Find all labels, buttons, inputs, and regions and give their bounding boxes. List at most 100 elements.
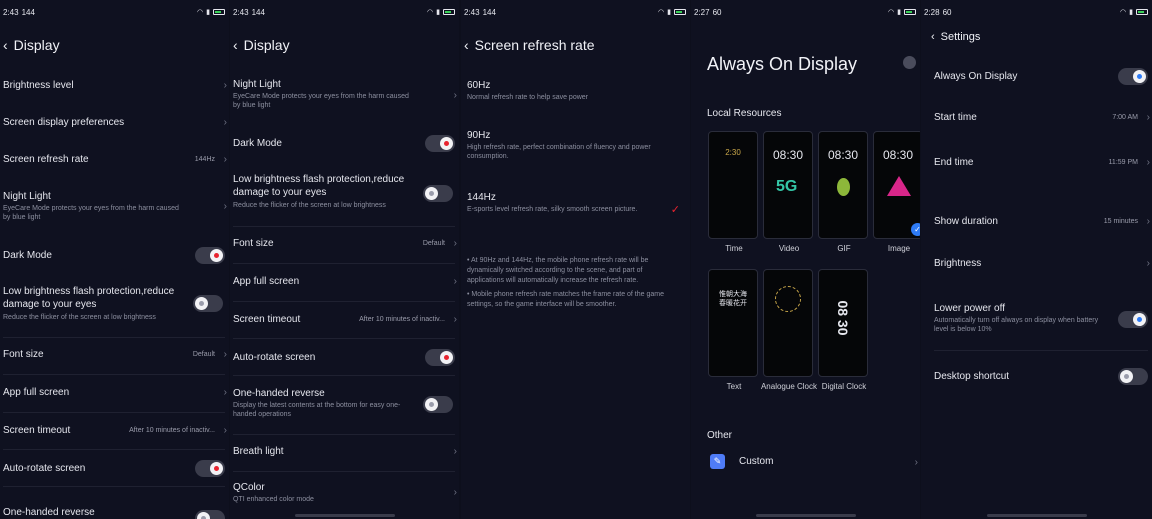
item-night-light[interactable]: Night Light EyeCare Mode protects your e…: [233, 79, 433, 110]
aod-toggle[interactable]: [1118, 68, 1148, 85]
page-title: Settings: [940, 31, 981, 43]
item-breath-light[interactable]: Breath light: [233, 446, 455, 457]
home-indicator[interactable]: [986, 514, 1087, 517]
status-time: 2:43: [464, 7, 480, 17]
chevron-right-icon: ›: [223, 117, 227, 128]
signal-icon: ▮: [897, 9, 901, 16]
item-screen-timeout[interactable]: Screen timeout After 10 minutes of inacti…: [3, 425, 225, 436]
aod-thumb-digital-clock[interactable]: 08 30 Digital Clock: [818, 269, 868, 391]
chevron-right-icon: ›: [223, 201, 227, 212]
pencil-icon: ✎: [710, 454, 725, 469]
chevron-right-icon: ›: [223, 349, 227, 360]
signal-icon: ▮: [436, 9, 440, 16]
item-brightness-level[interactable]: Brightness level: [3, 80, 225, 91]
status-network: 60: [942, 7, 952, 17]
home-indicator[interactable]: [755, 514, 856, 517]
auto-rotate-toggle[interactable]: [195, 460, 225, 477]
option-90hz[interactable]: 90Hz High refresh rate, perfect combinat…: [467, 130, 652, 161]
item-screen-display-preferences[interactable]: Screen display preferences: [3, 117, 225, 128]
chevron-right-icon: ›: [1146, 216, 1150, 227]
wifi-icon: ◠: [658, 9, 665, 16]
status-time: 2:43: [233, 7, 249, 17]
item-always-on-display: Always On Display: [934, 68, 1148, 85]
signal-icon: ▮: [206, 9, 210, 16]
aod-thumb-text[interactable]: 惟朝大海 春暖花开 Text: [708, 269, 758, 391]
back-icon[interactable]: ‹: [233, 37, 238, 53]
desktop-shortcut-toggle[interactable]: [1118, 368, 1148, 385]
aod-thumb-image[interactable]: 08:30 ✓ Image: [873, 131, 920, 253]
chevron-right-icon: ›: [223, 154, 227, 165]
gear-icon[interactable]: [903, 56, 916, 69]
aod-thumb-gif[interactable]: 08:30 GIF: [818, 131, 868, 253]
chevron-right-icon: ›: [223, 425, 227, 436]
low-brightness-toggle[interactable]: [423, 185, 453, 202]
custom-item[interactable]: ✎ Custom: [710, 454, 916, 469]
one-handed-toggle[interactable]: [195, 510, 225, 519]
low-brightness-toggle[interactable]: [193, 295, 223, 312]
one-handed-toggle[interactable]: [423, 396, 453, 413]
item-qcolor[interactable]: QColor QTI enhanced color mode: [233, 482, 433, 504]
back-icon[interactable]: ‹: [3, 37, 8, 53]
battery-icon: [674, 9, 686, 15]
back-icon[interactable]: ‹: [464, 37, 469, 53]
chevron-right-icon: ›: [1146, 112, 1150, 123]
aod-thumb-analogue-clock[interactable]: Analogue Clock: [761, 269, 817, 391]
chevron-right-icon: ›: [453, 90, 457, 101]
chevron-right-icon: ›: [453, 446, 457, 457]
page-title: Screen refresh rate: [474, 37, 595, 53]
5g-icon: 5G: [776, 178, 798, 195]
triangle-icon: [887, 176, 911, 196]
lower-power-off-toggle[interactable]: [1118, 311, 1148, 328]
signal-icon: ▮: [667, 9, 671, 16]
item-app-full-screen[interactable]: App full screen: [3, 387, 225, 398]
panel-aod-settings: 2:28 60 ◠ ▮ ‹ Settings Always On Display S…: [921, 0, 1152, 519]
aod-thumb-time[interactable]: 2:30 Time: [708, 131, 758, 253]
option-60hz[interactable]: 60Hz Normal refresh rate to help save po…: [467, 80, 657, 102]
item-screen-timeout[interactable]: Screen timeout After 10 minutes of inacti…: [233, 314, 455, 325]
header: ‹ Display: [3, 37, 60, 53]
home-indicator[interactable]: [294, 514, 395, 517]
wifi-icon: ◠: [1120, 9, 1127, 16]
item-end-time[interactable]: End time 11:59 PM: [934, 157, 1148, 168]
battery-icon: [443, 9, 455, 15]
page-title: Display: [243, 37, 290, 53]
other-heading: Other: [707, 430, 733, 441]
battery-icon: [213, 9, 225, 15]
panel-always-on-display: 2:27 60 ◠ ▮ Always On Display Local Resour…: [691, 0, 920, 519]
wifi-icon: ◠: [427, 9, 434, 16]
divider: [3, 449, 225, 450]
aod-thumb-video[interactable]: 08:30 5G Video: [763, 131, 813, 253]
item-auto-rotate-screen: Auto-rotate screen: [3, 460, 225, 477]
chevron-right-icon: ›: [223, 387, 227, 398]
divider: [3, 486, 225, 487]
item-screen-refresh-rate[interactable]: Screen refresh rate 144Hz: [3, 154, 225, 165]
item-dark-mode: Dark Mode: [233, 135, 455, 152]
chevron-right-icon: ›: [453, 487, 457, 498]
dark-mode-toggle[interactable]: [425, 135, 455, 152]
status-bar: 2:28 60 ◠ ▮: [924, 6, 1148, 18]
refresh-rate-note-2: • Mobile phone refresh rate matches the …: [467, 291, 664, 308]
option-144hz[interactable]: 144Hz E-sports level refresh rate, silky…: [467, 192, 652, 214]
wifi-icon: ◠: [197, 9, 204, 16]
panel-refresh-rate: 2:43 144 ◠ ▮ ‹ Screen refresh rate 60Hz No…: [461, 0, 690, 519]
status-bar: 2:27 60 ◠ ▮: [694, 6, 916, 18]
auto-rotate-toggle[interactable]: [425, 349, 455, 366]
divider: [233, 263, 455, 264]
wifi-icon: ◠: [888, 9, 895, 16]
check-icon: ✓: [670, 204, 680, 216]
back-icon[interactable]: ‹: [931, 31, 935, 43]
item-font-size[interactable]: Font size Default: [233, 238, 455, 249]
item-start-time[interactable]: Start time 7:00 AM: [934, 112, 1148, 123]
status-bar: 2:43 144 ◠ ▮: [3, 6, 225, 18]
item-app-full-screen[interactable]: App full screen: [233, 276, 455, 287]
item-show-duration[interactable]: Show duration 15 minutes: [934, 216, 1148, 227]
item-brightness[interactable]: Brightness: [934, 258, 1148, 269]
refresh-rate-note-1: • At 90Hz and 144Hz, the mobile phone re…: [467, 257, 649, 284]
header: ‹ Screen refresh rate: [464, 37, 595, 53]
chevron-right-icon: ›: [1146, 157, 1150, 168]
item-one-handed-reverse: One-handed reverse: [3, 498, 225, 519]
item-dark-mode: Dark Mode: [3, 247, 225, 264]
item-night-light[interactable]: Night Light EyeCare Mode protects your e…: [3, 191, 203, 222]
dark-mode-toggle[interactable]: [195, 247, 225, 264]
item-font-size[interactable]: Font size Default: [3, 349, 225, 360]
